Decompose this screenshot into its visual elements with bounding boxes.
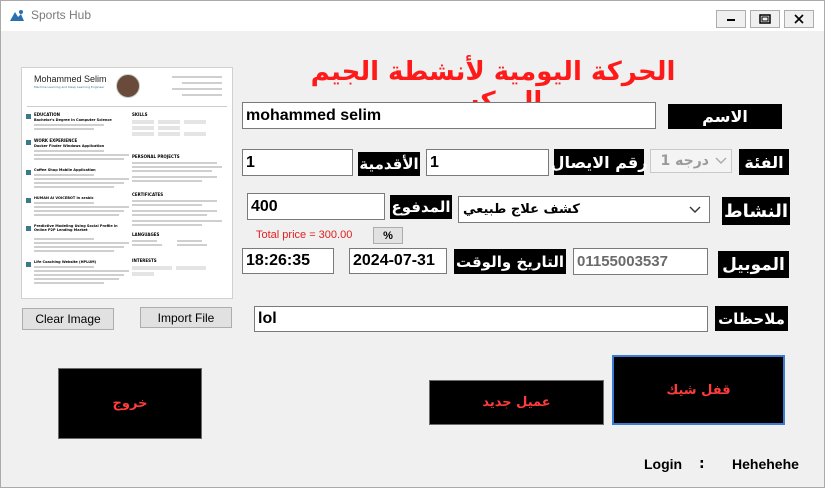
total-price-text: Total price = 300.00 xyxy=(256,229,353,241)
category-select[interactable]: درجه 1 xyxy=(650,149,732,173)
check-lock-button[interactable]: قفل شيك xyxy=(612,355,785,425)
login-label: Login xyxy=(644,456,683,472)
title-bar: Sports Hub xyxy=(1,1,824,31)
maximize-button[interactable] xyxy=(750,10,780,28)
receipt-input[interactable]: 1 xyxy=(426,149,549,176)
seniority-label: الأقدمية xyxy=(358,152,420,176)
app-logo-icon xyxy=(10,10,24,21)
datetime-label: التاريخ والوقت xyxy=(454,249,566,274)
close-icon xyxy=(794,14,804,24)
notes-input[interactable]: lol xyxy=(254,306,708,332)
chevron-down-icon xyxy=(689,206,701,213)
resume-section-work: WORK EXPERIENCE xyxy=(34,138,78,143)
resume-section-languages: LANGUAGES xyxy=(132,232,160,237)
resume-name: Mohammed Selim xyxy=(34,74,107,84)
resume-photo xyxy=(116,74,140,98)
activity-select[interactable]: كشف علاج طبيعي xyxy=(458,196,710,223)
seniority-input[interactable]: 1 xyxy=(242,149,353,176)
import-file-button[interactable]: Import File xyxy=(140,307,232,328)
login-username: Hehehehe xyxy=(732,456,799,472)
mobile-input[interactable]: 01155003537 xyxy=(573,248,708,275)
resume-image: Mohammed Selim Machine Learning and Deep… xyxy=(21,67,233,299)
notes-label: ملاحظات xyxy=(715,306,788,331)
resume-section-skills: SKILLS xyxy=(132,112,148,117)
activity-select-value: كشف علاج طبيعي xyxy=(463,202,580,217)
receipt-label: رقم الايصال xyxy=(551,149,647,175)
minimize-icon xyxy=(727,19,735,21)
percent-button[interactable]: % xyxy=(373,227,403,244)
resume-entry: Coffee Shop Mobile Application xyxy=(34,168,96,172)
category-select-value: درجه 1 xyxy=(660,153,709,169)
activity-label: النشاط xyxy=(722,197,790,225)
paid-input[interactable]: 400 xyxy=(247,193,385,220)
date-input[interactable]: 2024-07-31 xyxy=(349,248,447,274)
app-window: Sports Hub الحركة اليومية لأنشطة الجيم ا… xyxy=(0,0,825,488)
resume-entry: Docker Finder Windows Application xyxy=(34,144,105,148)
clear-image-button[interactable]: Clear Image xyxy=(22,308,114,330)
close-button[interactable] xyxy=(784,10,814,28)
name-input[interactable]: mohammed selim xyxy=(242,102,656,129)
minimize-button[interactable] xyxy=(716,10,746,28)
time-input[interactable]: 18:26:35 xyxy=(242,248,334,274)
resume-entry: Bachelor's Degree in Computer Science xyxy=(34,118,112,122)
new-client-button[interactable]: عميل جديد xyxy=(429,380,604,425)
chevron-down-icon xyxy=(715,157,727,164)
resume-section-certificates: CERTIFICATES xyxy=(132,192,164,197)
name-label: الاسم xyxy=(668,104,782,129)
resume-section-education: EDUCATION xyxy=(34,112,60,117)
resume-section-interests: INTERESTS xyxy=(132,258,157,263)
maximize-icon xyxy=(759,14,771,24)
mobile-label: الموبيل xyxy=(718,251,789,278)
login-separator: : xyxy=(699,456,705,472)
exit-button[interactable]: خروج xyxy=(58,368,202,439)
resume-entry: Predictive Modeling Using Social Profile… xyxy=(34,224,118,232)
window-title: Sports Hub xyxy=(31,8,92,22)
resume-entry: Life Coaching Website (HPLUM) xyxy=(34,260,97,264)
category-label: الفئة xyxy=(739,149,789,175)
paid-label: المدفوع xyxy=(390,195,452,219)
resume-entry: HUMAN AI VOICEBOT in arabic xyxy=(34,196,94,200)
resume-section-projects: PERSONAL PROJECTS xyxy=(132,154,180,159)
resume-subtitle: Machine Learning and Deep Learning Engin… xyxy=(34,85,105,89)
